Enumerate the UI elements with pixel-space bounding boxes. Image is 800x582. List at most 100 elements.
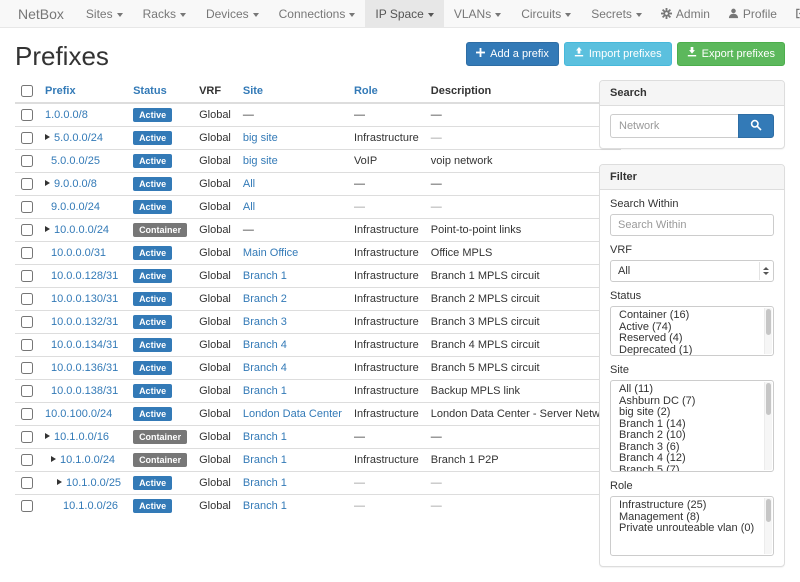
prefix-link[interactable]: 10.0.0.0/31 bbox=[51, 247, 106, 259]
prefix-link[interactable]: 10.0.0.130/31 bbox=[51, 293, 118, 305]
row-checkbox[interactable] bbox=[21, 500, 33, 512]
sort-link-role[interactable]: Role bbox=[354, 85, 378, 97]
option[interactable]: Container (16) bbox=[611, 310, 761, 322]
row-checkbox[interactable] bbox=[21, 408, 33, 420]
row-checkbox[interactable] bbox=[21, 109, 33, 121]
site-link[interactable]: Branch 1 bbox=[243, 431, 287, 443]
site-link[interactable]: Main Office bbox=[243, 247, 298, 259]
prefix-link[interactable]: 10.1.0.0/24 bbox=[60, 454, 115, 466]
option[interactable]: Branch 2 (10) bbox=[611, 430, 761, 442]
column-header-role[interactable]: Role bbox=[348, 80, 425, 103]
sort-link-status[interactable]: Status bbox=[133, 85, 167, 97]
scrollbar[interactable] bbox=[764, 382, 772, 470]
scrollbar-thumb[interactable] bbox=[766, 309, 771, 335]
nav-user-item-log-out[interactable]: Log out bbox=[786, 0, 800, 27]
prefix-link[interactable]: 9.0.0.0/8 bbox=[54, 178, 97, 190]
row-checkbox[interactable] bbox=[21, 178, 33, 190]
prefix-link[interactable]: 10.0.0.134/31 bbox=[51, 339, 118, 351]
site-link[interactable]: All bbox=[243, 201, 255, 213]
option[interactable]: Deprecated (1) bbox=[611, 345, 761, 357]
row-checkbox[interactable] bbox=[21, 316, 33, 328]
site-link[interactable]: Branch 2 bbox=[243, 293, 287, 305]
row-checkbox[interactable] bbox=[21, 477, 33, 489]
vrf-select[interactable]: All bbox=[610, 260, 774, 282]
option[interactable]: Infrastructure (25) bbox=[611, 500, 761, 512]
nav-item-vlans[interactable]: VLANs bbox=[444, 0, 511, 27]
search-input[interactable] bbox=[610, 114, 738, 138]
site-link[interactable]: Branch 1 bbox=[243, 270, 287, 282]
option[interactable]: Management (8) bbox=[611, 512, 761, 524]
row-checkbox[interactable] bbox=[21, 247, 33, 259]
row-checkbox[interactable] bbox=[21, 224, 33, 236]
site-link[interactable]: Branch 1 bbox=[243, 500, 287, 512]
site-link[interactable]: London Data Center bbox=[243, 408, 342, 420]
nav-user-item-profile[interactable]: Profile bbox=[719, 0, 786, 27]
option[interactable]: Private unrouteable vlan (0) bbox=[611, 523, 761, 535]
select-all-checkbox[interactable] bbox=[21, 85, 33, 97]
prefix-link[interactable]: 5.0.0.0/25 bbox=[51, 155, 100, 167]
option[interactable]: Reserved (4) bbox=[611, 333, 761, 345]
sort-link-prefix[interactable]: Prefix bbox=[45, 85, 76, 97]
nav-user-item-admin[interactable]: Admin bbox=[652, 0, 719, 27]
option[interactable]: Branch 5 (7) bbox=[611, 465, 761, 473]
filter-panel: Filter Search Within VRF All Status Cont… bbox=[599, 164, 785, 567]
site-link[interactable]: Branch 1 bbox=[243, 385, 287, 397]
scrollbar[interactable] bbox=[764, 498, 772, 554]
site-link[interactable]: big site bbox=[243, 155, 278, 167]
nav-item-ip-space[interactable]: IP Space bbox=[365, 0, 443, 27]
status-listbox[interactable]: Container (16)Active (74)Reserved (4)Dep… bbox=[610, 306, 774, 356]
import-prefixes-button[interactable]: Import prefixes bbox=[564, 42, 672, 66]
site-link[interactable]: Branch 4 bbox=[243, 362, 287, 374]
search-button[interactable] bbox=[738, 114, 774, 138]
option[interactable]: big site (2) bbox=[611, 407, 761, 419]
row-checkbox[interactable] bbox=[21, 431, 33, 443]
add-a-prefix-button[interactable]: Add a prefix bbox=[466, 42, 559, 66]
search-within-input[interactable] bbox=[610, 214, 774, 236]
prefix-link[interactable]: 10.1.0.0/16 bbox=[54, 431, 109, 443]
scrollbar[interactable] bbox=[764, 308, 772, 354]
row-checkbox[interactable] bbox=[21, 270, 33, 282]
prefix-link[interactable]: 10.0.0.132/31 bbox=[51, 316, 118, 328]
prefix-link[interactable]: 9.0.0.0/24 bbox=[51, 201, 100, 213]
row-checkbox[interactable] bbox=[21, 201, 33, 213]
row-checkbox[interactable] bbox=[21, 362, 33, 374]
site-link[interactable]: Branch 1 bbox=[243, 454, 287, 466]
role-listbox[interactable]: Infrastructure (25)Management (8)Private… bbox=[610, 496, 774, 556]
column-header-prefix[interactable]: Prefix bbox=[39, 80, 127, 103]
prefix-link[interactable]: 1.0.0.0/8 bbox=[45, 109, 88, 121]
export-prefixes-button[interactable]: Export prefixes bbox=[677, 42, 785, 66]
nav-item-racks[interactable]: Racks bbox=[133, 0, 196, 27]
prefix-link[interactable]: 5.0.0.0/24 bbox=[54, 132, 103, 144]
site-link[interactable]: Branch 4 bbox=[243, 339, 287, 351]
site-link[interactable]: All bbox=[243, 178, 255, 190]
nav-item-devices[interactable]: Devices bbox=[196, 0, 269, 27]
navbar-brand[interactable]: NetBox bbox=[6, 0, 76, 27]
column-header-status[interactable]: Status bbox=[127, 80, 193, 103]
option[interactable]: Branch 4 (12) bbox=[611, 453, 761, 465]
prefix-link[interactable]: 10.0.0.0/24 bbox=[54, 224, 109, 236]
prefix-link[interactable]: 10.0.0.138/31 bbox=[51, 385, 118, 397]
sort-link-site[interactable]: Site bbox=[243, 85, 263, 97]
site-listbox[interactable]: All (11)Ashburn DC (7)big site (2)Branch… bbox=[610, 380, 774, 472]
row-checkbox[interactable] bbox=[21, 155, 33, 167]
nav-item-secrets[interactable]: Secrets bbox=[581, 0, 652, 27]
column-header-site[interactable]: Site bbox=[237, 80, 348, 103]
prefix-link[interactable]: 10.1.0.0/25 bbox=[66, 477, 121, 489]
row-checkbox[interactable] bbox=[21, 293, 33, 305]
prefix-link[interactable]: 10.1.0.0/26 bbox=[63, 500, 118, 512]
option[interactable]: All (11) bbox=[611, 384, 761, 396]
site-link[interactable]: big site bbox=[243, 132, 278, 144]
prefix-link[interactable]: 10.0.0.136/31 bbox=[51, 362, 118, 374]
row-checkbox[interactable] bbox=[21, 454, 33, 466]
nav-item-circuits[interactable]: Circuits bbox=[511, 0, 581, 27]
row-checkbox[interactable] bbox=[21, 339, 33, 351]
row-checkbox[interactable] bbox=[21, 132, 33, 144]
prefix-link[interactable]: 10.0.100.0/24 bbox=[45, 408, 112, 420]
row-checkbox[interactable] bbox=[21, 385, 33, 397]
prefix-link[interactable]: 10.0.0.128/31 bbox=[51, 270, 118, 282]
site-link[interactable]: Branch 3 bbox=[243, 316, 287, 328]
scrollbar-thumb[interactable] bbox=[766, 383, 771, 415]
nav-item-sites[interactable]: Sites bbox=[76, 0, 133, 27]
nav-item-connections[interactable]: Connections bbox=[269, 0, 366, 27]
site-link[interactable]: Branch 1 bbox=[243, 477, 287, 489]
